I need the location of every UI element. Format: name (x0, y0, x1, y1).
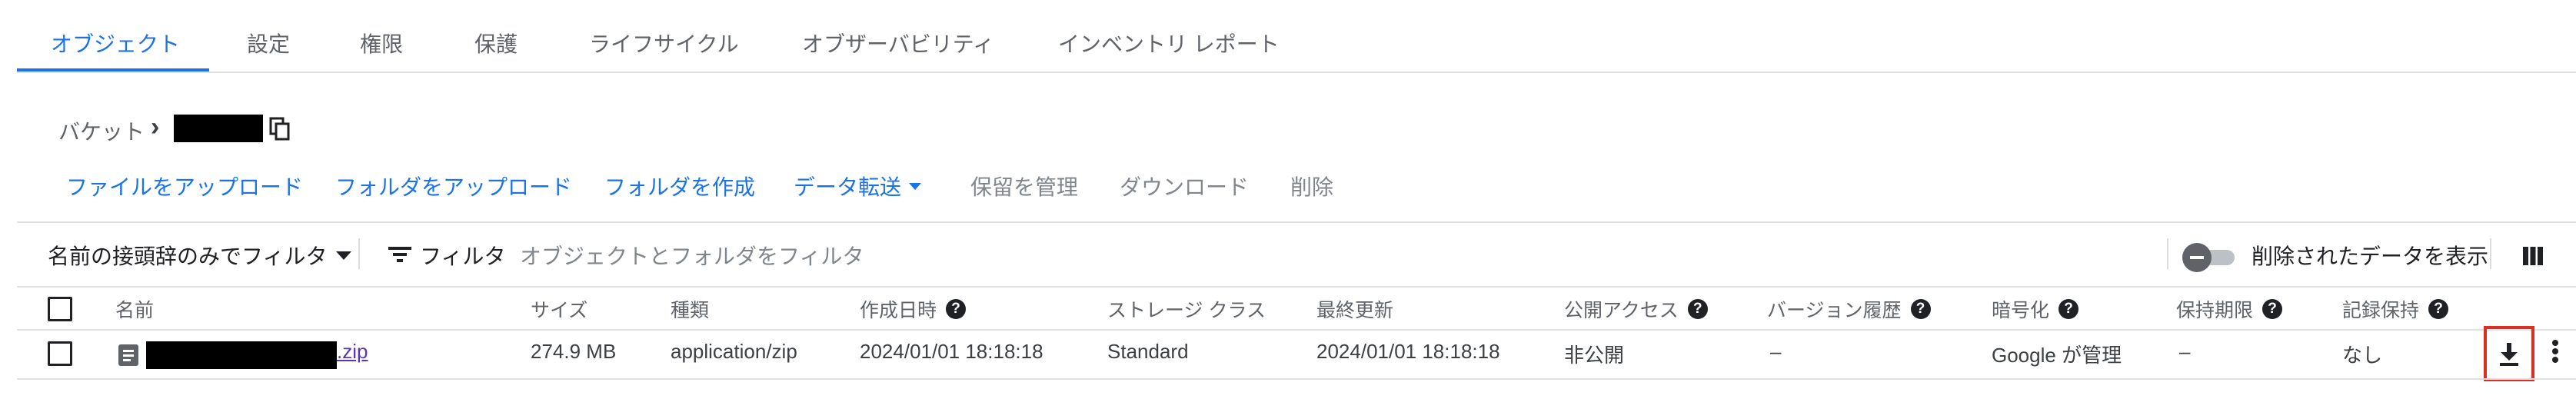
header-encryption-label: 暗号化 (1992, 300, 2050, 321)
cell-created: 2024/01/01 18:18:18 (860, 340, 1043, 363)
row-divider (17, 378, 2576, 380)
header-created[interactable]: 作成日時? (860, 295, 967, 323)
filter-input[interactable]: オブジェクトとフォルダをフィルタ (520, 240, 864, 271)
show-deleted-toggle[interactable] (2182, 243, 2236, 272)
manage-holds-button[interactable]: 保留を管理 (970, 171, 1078, 201)
upload-file-button[interactable]: ファイルをアップロード (66, 171, 303, 201)
header-public-access[interactable]: 公開アクセス? (1564, 295, 1708, 323)
download-icon (2500, 343, 2518, 366)
header-encryption[interactable]: 暗号化? (1992, 295, 2079, 323)
cell-public-access: 非公開 (1564, 344, 1625, 367)
cell-record-retention: なし (2342, 344, 2383, 367)
help-icon[interactable]: ? (1687, 299, 1708, 319)
header-created-label: 作成日時 (860, 300, 937, 321)
tab-lifecycle[interactable]: ライフサイクル (589, 28, 739, 58)
delete-button[interactable]: 削除 (1290, 171, 1333, 201)
table-row[interactable]: .zip (17, 331, 2576, 378)
help-icon[interactable]: ? (946, 299, 967, 319)
cell-retention-period: – (2179, 340, 2191, 363)
more-options-icon[interactable] (2551, 340, 2559, 363)
toggle-divider (2167, 238, 2168, 269)
prefix-filter-dropdown[interactable]: 名前の接頭辞のみでフィルタ (48, 240, 352, 271)
cell-updated: 2024/01/01 18:18:18 (1316, 340, 1500, 363)
header-type-label: 種類 (671, 300, 710, 321)
header-retention-period[interactable]: 保持期限? (2176, 295, 2283, 323)
row-download-button[interactable] (2484, 326, 2534, 381)
tab-divider (17, 71, 2576, 73)
tab-settings[interactable]: 設定 (247, 28, 290, 58)
header-retention-period-label: 保持期限 (2176, 300, 2254, 321)
caret-down-icon (909, 182, 922, 190)
actions-divider (17, 221, 2576, 223)
cell-encryption: Google が管理 (1992, 344, 2122, 367)
help-icon[interactable]: ? (2262, 299, 2283, 319)
create-folder-button[interactable]: フォルダを作成 (604, 171, 755, 201)
help-icon[interactable]: ? (2428, 299, 2449, 319)
file-icon (118, 344, 138, 366)
header-size[interactable]: サイズ (531, 295, 587, 323)
data-transfer-label: データ転送 (794, 175, 902, 199)
header-storage-class[interactable]: ストレージ クラス (1107, 295, 1266, 323)
header-size-label: サイズ (531, 300, 588, 321)
header-public-access-label: 公開アクセス (1564, 300, 1679, 321)
header-name[interactable]: 名前 (115, 295, 154, 323)
header-version-history[interactable]: バージョン履歴? (1767, 295, 1931, 323)
file-name-link[interactable]: .zip (337, 340, 368, 364)
header-record-retention-label: 記録保持 (2342, 300, 2420, 321)
select-all-checkbox[interactable] (48, 297, 72, 321)
header-record-retention[interactable]: 記録保持? (2342, 295, 2449, 323)
caret-down-icon (336, 251, 352, 260)
upload-folder-button[interactable]: フォルダをアップロード (335, 171, 572, 201)
filter-icon (388, 244, 412, 264)
help-icon[interactable]: ? (2058, 299, 2079, 319)
copy-icon[interactable] (269, 117, 292, 141)
prefix-filter-label: 名前の接頭辞のみでフィルタ (48, 244, 328, 268)
header-type[interactable]: 種類 (671, 295, 709, 323)
redacted-file-name (146, 341, 337, 369)
cell-size: 274.9 MB (531, 340, 617, 363)
show-deleted-label: 削除されたデータを表示 (2252, 244, 2489, 268)
tab-observability[interactable]: オブザーバビリティ (802, 28, 994, 58)
tab-permissions[interactable]: 権限 (360, 28, 403, 58)
redacted-bucket-name (174, 115, 263, 142)
columns-divider (2490, 238, 2491, 269)
header-updated[interactable]: 最終更新 (1316, 295, 1393, 323)
filter-label: フィルタ (420, 244, 506, 268)
column-display-icon[interactable] (2522, 246, 2544, 266)
help-icon[interactable]: ? (1910, 299, 1931, 319)
cell-version-history: – (1770, 340, 1782, 363)
breadcrumb-bucket[interactable]: バケット (58, 115, 145, 146)
tab-inventory-report[interactable]: インベントリ レポート (1058, 28, 1280, 58)
data-transfer-button[interactable]: データ転送 (794, 171, 922, 201)
breadcrumb-chevron-icon: › (151, 112, 160, 141)
cell-storage-class: Standard (1107, 340, 1189, 363)
download-button[interactable]: ダウンロード (1120, 171, 1249, 201)
header-storage-class-label: ストレージ クラス (1107, 300, 1266, 321)
filter-divider (358, 238, 360, 269)
cell-type: application/zip (671, 340, 797, 363)
header-version-history-label: バージョン履歴 (1767, 300, 1902, 321)
filter-bar-divider (17, 286, 2576, 288)
tab-protection[interactable]: 保護 (474, 28, 518, 58)
row-checkbox[interactable] (48, 341, 72, 366)
tab-objects[interactable]: オブジェクト (51, 28, 180, 58)
header-updated-label: 最終更新 (1316, 300, 1394, 321)
header-name-label: 名前 (115, 300, 155, 321)
